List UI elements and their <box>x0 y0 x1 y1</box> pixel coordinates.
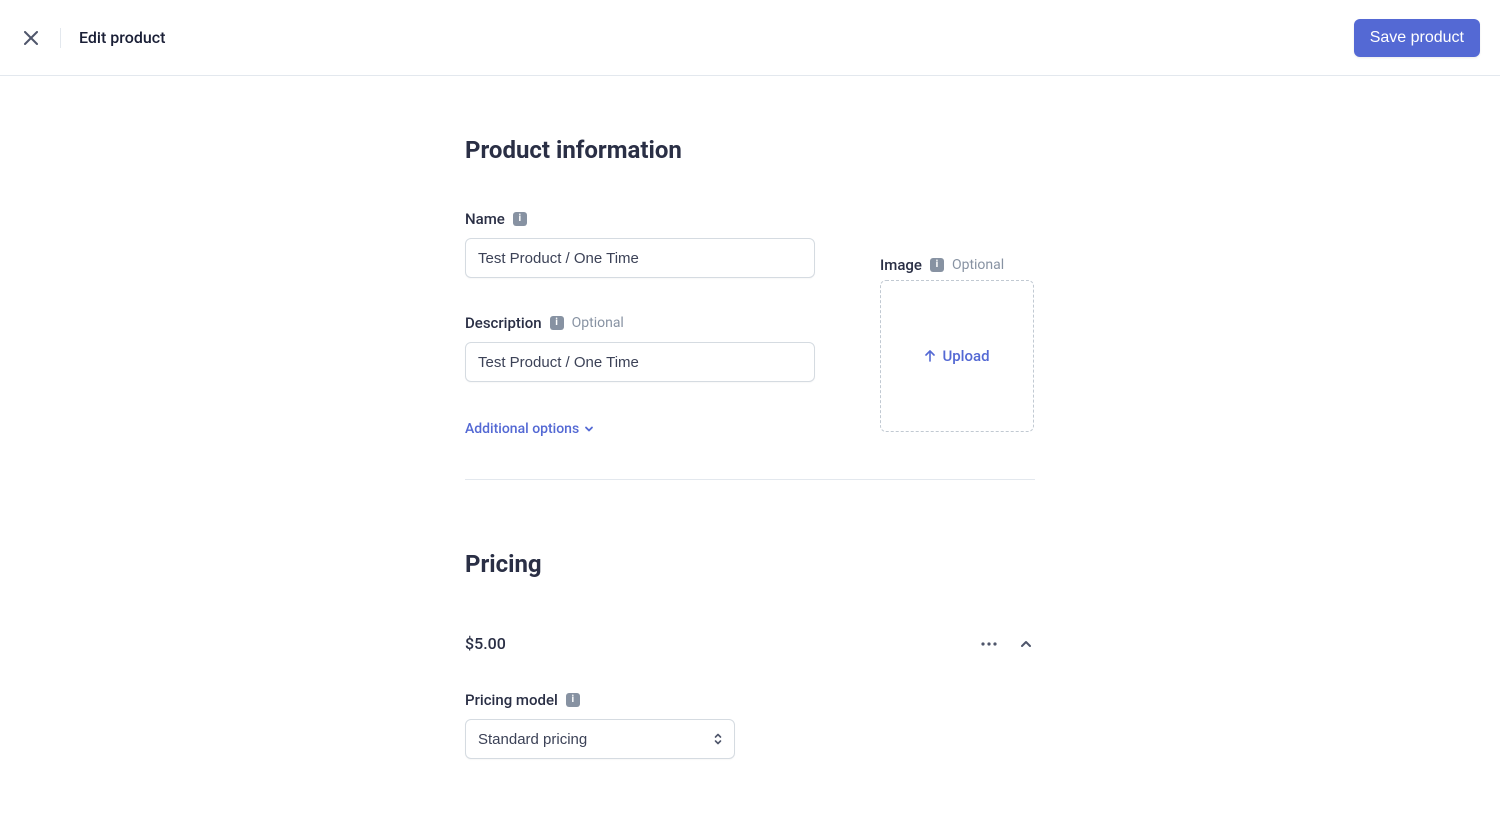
header-divider <box>60 28 61 48</box>
pricing-model-select-wrap <box>465 719 735 759</box>
close-button[interactable] <box>20 27 42 49</box>
pricing-model-field: Pricing model i <box>465 691 1035 759</box>
image-upload-dropzone[interactable]: Upload <box>880 280 1034 432</box>
info-icon[interactable]: i <box>930 258 944 272</box>
product-info-body: Name i Description i Optional Image i Op… <box>465 210 1035 480</box>
page-title: Edit product <box>79 28 165 47</box>
name-label-row: Name i <box>465 210 1035 228</box>
pricing-heading: Pricing <box>465 550 1035 578</box>
name-input[interactable] <box>465 238 815 278</box>
save-product-button[interactable]: Save product <box>1354 19 1480 57</box>
chevron-down-icon <box>583 423 595 435</box>
upload-arrow-icon <box>924 350 936 362</box>
content-column: Product information Name i Description i… <box>465 136 1035 795</box>
header-bar: Edit product Save product <box>0 0 1500 76</box>
pricing-model-select[interactable] <box>465 719 735 759</box>
close-icon <box>24 31 38 45</box>
image-label-row: Image i Optional <box>880 256 1004 274</box>
additional-options-toggle[interactable]: Additional options <box>465 421 595 437</box>
upload-label: Upload <box>942 347 989 365</box>
price-summary-row: $5.00 <box>465 634 1035 653</box>
pricing-model-label: Pricing model <box>465 691 558 709</box>
header-left: Edit product <box>20 27 165 49</box>
image-optional-label: Optional <box>952 257 1004 273</box>
pricing-model-label-row: Pricing model i <box>465 691 1035 709</box>
description-label: Description <box>465 314 542 332</box>
upload-inner: Upload <box>924 347 989 365</box>
chevron-up-icon <box>1019 637 1033 651</box>
description-input[interactable] <box>465 342 815 382</box>
ellipsis-icon <box>981 642 997 646</box>
price-collapse-button[interactable] <box>1017 635 1035 653</box>
body: Product information Name i Description i… <box>0 76 1500 795</box>
price-actions <box>979 635 1035 653</box>
product-info-heading: Product information <box>465 136 1035 164</box>
info-icon[interactable]: i <box>513 212 527 226</box>
additional-options-label: Additional options <box>465 421 579 437</box>
info-icon[interactable]: i <box>566 693 580 707</box>
description-optional-label: Optional <box>572 315 624 331</box>
section-divider <box>465 479 1035 480</box>
info-icon[interactable]: i <box>550 316 564 330</box>
price-more-button[interactable] <box>979 640 999 648</box>
name-label: Name <box>465 210 505 228</box>
price-value: $5.00 <box>465 634 506 653</box>
image-label: Image <box>880 256 922 274</box>
